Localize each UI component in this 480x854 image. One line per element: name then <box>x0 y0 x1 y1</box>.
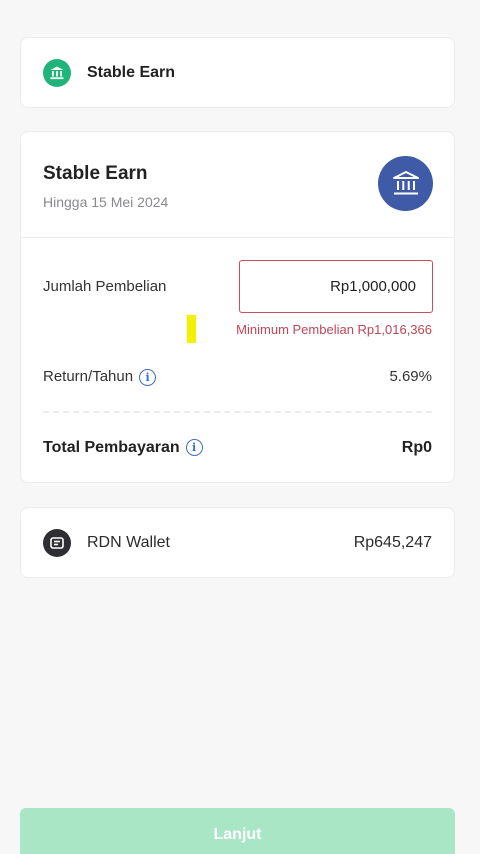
return-value: 5.69% <box>389 368 432 385</box>
return-label: Return/Tahun <box>43 368 134 385</box>
divider <box>43 411 432 413</box>
product-detail-card: Stable Earn Hingga 15 Mei 2024 Jumlah Pe… <box>20 131 455 483</box>
product-title: Stable Earn <box>43 163 148 184</box>
header-card-title: Stable Earn <box>87 63 176 81</box>
purchase-amount-label: Jumlah Pembelian <box>43 278 167 295</box>
product-subtitle: Hingga 15 Mei 2024 <box>43 194 169 210</box>
minimum-purchase-error: Minimum Pembelian Rp1,016,366 <box>236 322 432 337</box>
continue-button[interactable]: Lanjut <box>20 808 455 854</box>
wallet-label: RDN Wallet <box>87 533 170 551</box>
product-detail-header: Stable Earn Hingga 15 Mei 2024 <box>21 132 454 238</box>
bank-icon <box>43 58 71 87</box>
page: Stable Earn Stable Earn Hingga 15 Mei 20… <box>0 0 480 854</box>
return-row-label-wrap: Return/Tahun i <box>43 368 157 386</box>
wallet-balance: Rp645,247 <box>353 533 432 551</box>
bank-icon <box>378 156 433 211</box>
total-label: Total Pembayaran <box>43 439 180 456</box>
purchase-amount-input[interactable]: Rp1,000,000 <box>239 260 433 313</box>
wallet-card[interactable]: RDN Wallet Rp645,247 <box>20 507 455 578</box>
total-value: Rp0 <box>401 439 432 456</box>
error-highlight-marker <box>187 315 196 343</box>
info-icon[interactable]: i <box>185 439 203 457</box>
product-header-card[interactable]: Stable Earn <box>20 37 455 108</box>
wallet-icon <box>43 528 71 557</box>
total-row-label-wrap: Total Pembayaran i <box>43 439 203 457</box>
info-icon[interactable]: i <box>139 368 157 386</box>
